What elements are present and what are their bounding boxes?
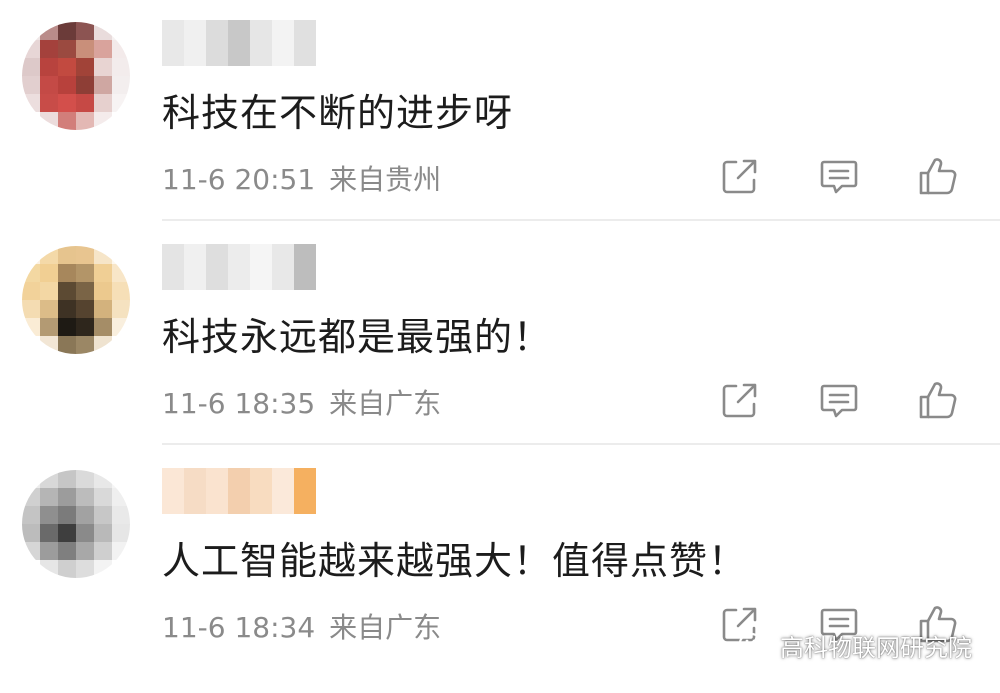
comment-time: 11-6 18:35 [162,387,316,420]
divider [162,443,1000,445]
share-button[interactable] [716,152,764,200]
comment-item: 科技永远都是最强的！ 11-6 18:35 来自广东 [0,224,1000,448]
share-button[interactable] [716,376,764,424]
username-blurred[interactable] [162,20,316,66]
comment-text: 科技在不断的进步呀 [162,91,514,135]
thumbs-up-icon [919,382,957,419]
comment-time: 11-6 20:51 [162,163,316,196]
reply-button[interactable] [815,376,863,424]
avatar[interactable] [22,470,130,578]
reply-icon [820,384,858,418]
avatar[interactable] [22,246,130,354]
like-button[interactable] [914,152,962,200]
watermark: 高科物联网研究院 [738,628,972,663]
username-blurred[interactable] [162,244,316,290]
comment-meta: 11-6 18:34 来自广东 [162,606,441,646]
comment-meta: 11-6 18:35 来自广东 [162,382,441,422]
comment-location: 来自广东 [329,387,442,420]
wechat-icon [738,632,771,658]
thumbs-up-icon [919,158,957,195]
like-button[interactable] [914,376,962,424]
comment-time: 11-6 18:34 [162,611,316,644]
divider [162,219,1000,221]
reply-button[interactable] [815,152,863,200]
comment-meta: 11-6 20:51 来自贵州 [162,158,441,198]
share-icon [722,383,757,418]
comment-item: 科技在不断的进步呀 11-6 20:51 来自贵州 [0,0,1000,224]
watermark-text: 高科物联网研究院 [780,634,972,662]
reply-icon [820,160,858,194]
avatar[interactable] [22,22,130,130]
comment-location: 来自贵州 [329,163,442,196]
username-blurred[interactable] [162,468,316,514]
comment-text: 科技永远都是最强的！ [162,315,553,359]
share-icon [722,159,757,194]
comment-location: 来自广东 [329,611,442,644]
comment-text: 人工智能越来越强大！值得点赞！ [162,539,748,583]
